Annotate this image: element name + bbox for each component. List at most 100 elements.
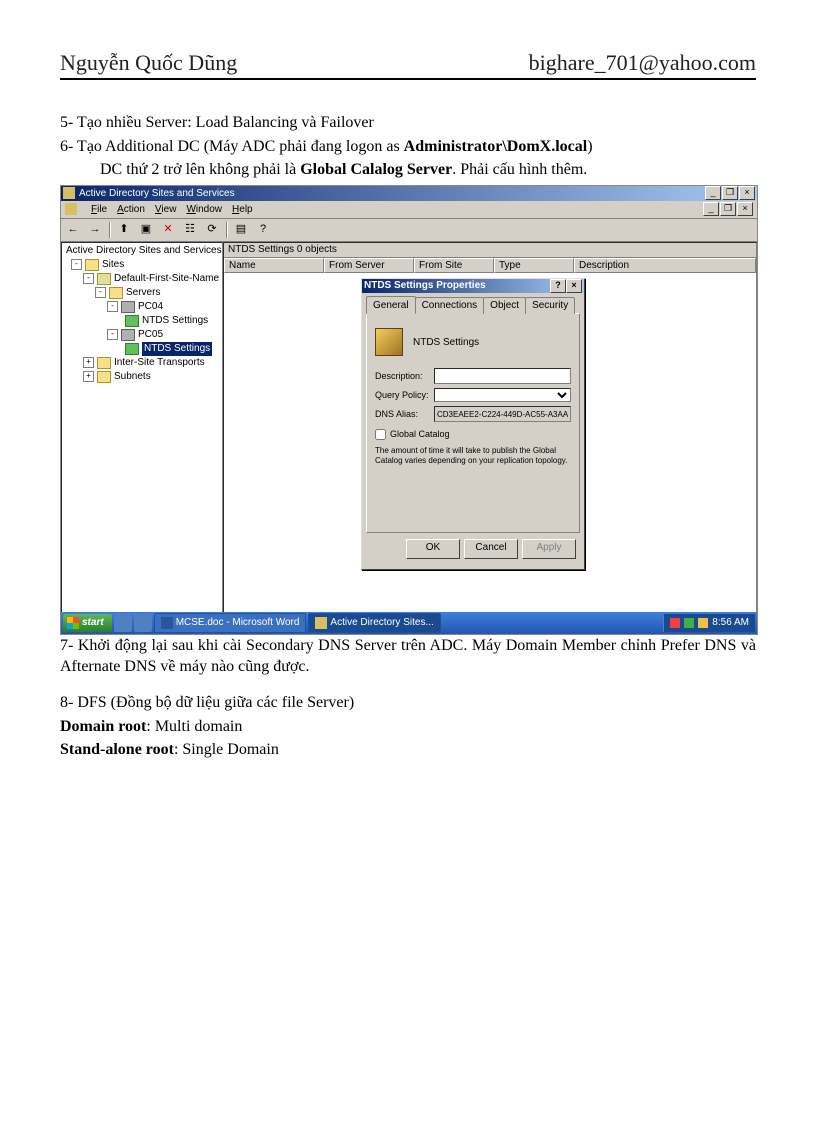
author-email: bighare_701@yahoo.com bbox=[529, 50, 756, 76]
tab-general[interactable]: General bbox=[366, 296, 416, 315]
word-icon bbox=[161, 617, 173, 629]
up-button[interactable]: ⬆ bbox=[114, 220, 134, 240]
dialog-icon-label: NTDS Settings bbox=[413, 336, 479, 350]
tree-root[interactable]: Active Directory Sites and Services [p bbox=[66, 244, 223, 258]
global-catalog-checkbox[interactable] bbox=[375, 429, 386, 440]
dialog-close-button[interactable]: × bbox=[566, 279, 582, 293]
col-name[interactable]: Name bbox=[224, 258, 324, 273]
dialog-titlebar: NTDS Settings Properties ? × bbox=[362, 279, 584, 293]
tree-toggle[interactable]: - bbox=[107, 329, 118, 340]
col-description[interactable]: Description bbox=[574, 258, 756, 273]
tree-ist[interactable]: Inter-Site Transports bbox=[114, 356, 205, 370]
dialog-title: NTDS Settings Properties bbox=[364, 279, 486, 293]
tab-connections[interactable]: Connections bbox=[415, 297, 485, 315]
child-minimize-button[interactable]: _ bbox=[703, 202, 719, 216]
export-button[interactable]: ▤ bbox=[231, 220, 251, 240]
toolbar: ← → ⬆ ▣ ✕ ☷ ⟳ ▤ ? bbox=[61, 219, 757, 242]
text-line-6-sub: DC thứ 2 trở lên không phải là Global Ca… bbox=[60, 159, 756, 181]
tray-clock: 8:56 AM bbox=[712, 616, 749, 630]
window-title: Active Directory Sites and Services bbox=[79, 187, 235, 201]
dialog-help-button[interactable]: ? bbox=[550, 279, 566, 293]
ntds-icon bbox=[125, 343, 139, 355]
forward-button[interactable]: → bbox=[85, 220, 105, 240]
tree-toggle[interactable]: + bbox=[83, 357, 94, 368]
col-from-server[interactable]: From Server bbox=[324, 258, 414, 273]
dialog-tabs: General Connections Object Security bbox=[366, 297, 580, 315]
tab-object[interactable]: Object bbox=[483, 297, 526, 315]
refresh-button[interactable]: ⟳ bbox=[202, 220, 222, 240]
apply-button[interactable]: Apply bbox=[522, 539, 576, 559]
show-hide-button[interactable]: ▣ bbox=[136, 220, 156, 240]
tree-toggle[interactable]: - bbox=[83, 273, 94, 284]
author-name: Nguyễn Quốc Dũng bbox=[60, 50, 237, 76]
text-line-9: Domain root: Multi domain bbox=[60, 716, 756, 738]
tree-default-site[interactable]: Default-First-Site-Name bbox=[114, 272, 219, 286]
ntds-large-icon bbox=[375, 328, 403, 356]
menu-view[interactable]: View bbox=[155, 203, 177, 217]
tray-icon[interactable] bbox=[670, 618, 680, 628]
tab-security[interactable]: Security bbox=[525, 297, 575, 315]
tree-pc04[interactable]: PC04 bbox=[138, 300, 163, 314]
quicklaunch-icon[interactable] bbox=[134, 614, 152, 632]
list-status: NTDS Settings 0 objects bbox=[224, 243, 756, 258]
tray-icon[interactable] bbox=[684, 618, 694, 628]
menu-action[interactable]: Action bbox=[117, 203, 145, 217]
label-global-catalog: Global Catalog bbox=[390, 428, 450, 440]
dialog-note: The amount of time it will take to publi… bbox=[375, 446, 571, 465]
taskbar-item-adss[interactable]: Active Directory Sites... bbox=[308, 613, 440, 633]
ntds-icon bbox=[125, 315, 139, 327]
close-button[interactable]: × bbox=[739, 186, 755, 200]
tree-pc05[interactable]: PC05 bbox=[138, 328, 163, 342]
quicklaunch-icon[interactable] bbox=[114, 614, 132, 632]
text-line-7: 7- Khởi động lại sau khi cài Secondary D… bbox=[60, 635, 756, 678]
menubar: File Action View Window Help _ ❐ × bbox=[61, 201, 757, 219]
tree-toggle[interactable]: - bbox=[71, 259, 82, 270]
minimize-button[interactable]: _ bbox=[705, 186, 721, 200]
adss-icon bbox=[315, 617, 327, 629]
text-line-8: 8- DFS (Đồng bộ dữ liệu giữa các file Se… bbox=[60, 692, 756, 714]
system-tray: 8:56 AM bbox=[663, 614, 755, 632]
col-type[interactable]: Type bbox=[494, 258, 574, 273]
tree-toggle[interactable]: + bbox=[83, 371, 94, 382]
tree-subnets[interactable]: Subnets bbox=[114, 370, 151, 384]
description-input[interactable] bbox=[434, 368, 571, 384]
delete-button[interactable]: ✕ bbox=[158, 220, 178, 240]
folder-icon bbox=[97, 371, 111, 383]
menu-file[interactable]: File bbox=[91, 203, 107, 217]
ok-button[interactable]: OK bbox=[406, 539, 460, 559]
folder-icon bbox=[85, 259, 99, 271]
app-icon bbox=[63, 187, 75, 199]
screenshot-window: Active Directory Sites and Services _ ❐ … bbox=[60, 185, 758, 635]
tree-servers[interactable]: Servers bbox=[126, 286, 160, 300]
site-icon bbox=[97, 273, 111, 285]
taskbar-item-word[interactable]: MCSE.doc - Microsoft Word bbox=[154, 613, 307, 633]
tree-pane[interactable]: Active Directory Sites and Services [p -… bbox=[61, 242, 223, 614]
label-query-policy: Query Policy: bbox=[375, 389, 430, 401]
server-icon bbox=[121, 301, 135, 313]
tree-sites[interactable]: Sites bbox=[102, 258, 124, 272]
window-titlebar: Active Directory Sites and Services _ ❐ … bbox=[61, 186, 757, 201]
tree-toggle[interactable]: - bbox=[95, 287, 106, 298]
folder-icon bbox=[97, 357, 111, 369]
col-from-site[interactable]: From Site bbox=[414, 258, 494, 273]
page-header: Nguyễn Quốc Dũng bighare_701@yahoo.com bbox=[60, 50, 756, 80]
child-close-button[interactable]: × bbox=[737, 202, 753, 216]
cancel-button[interactable]: Cancel bbox=[464, 539, 518, 559]
child-restore-button[interactable]: ❐ bbox=[720, 202, 736, 216]
tree-ntds2-selected[interactable]: NTDS Settings bbox=[142, 342, 212, 356]
folder-icon bbox=[109, 287, 123, 299]
back-button[interactable]: ← bbox=[63, 220, 83, 240]
tree-toggle[interactable]: - bbox=[107, 301, 118, 312]
menu-help[interactable]: Help bbox=[232, 203, 253, 217]
help-button[interactable]: ? bbox=[253, 220, 273, 240]
tree-ntds1[interactable]: NTDS Settings bbox=[142, 314, 208, 328]
label-dns-alias: DNS Alias: bbox=[375, 408, 430, 420]
maximize-button[interactable]: ❐ bbox=[722, 186, 738, 200]
start-button[interactable]: start bbox=[63, 614, 112, 632]
taskbar: start MCSE.doc - Microsoft Word Active D… bbox=[61, 612, 757, 634]
query-policy-select[interactable] bbox=[434, 388, 571, 402]
properties-button[interactable]: ☷ bbox=[180, 220, 200, 240]
tray-icon[interactable] bbox=[698, 618, 708, 628]
menu-window[interactable]: Window bbox=[186, 203, 222, 217]
label-description: Description: bbox=[375, 370, 430, 382]
